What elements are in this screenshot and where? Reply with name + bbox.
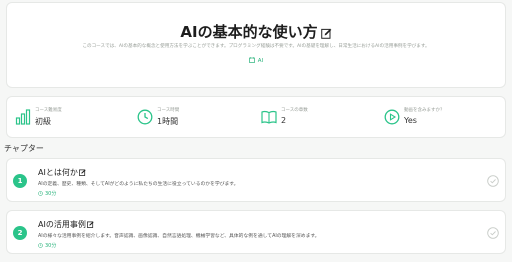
chapter-title: AIの活用事例 xyxy=(38,220,86,229)
course-tag[interactable]: AI xyxy=(7,57,505,64)
tag-icon xyxy=(248,57,255,63)
edit-icon[interactable] xyxy=(78,169,86,176)
chapter-card[interactable]: 2 AIの活用事例 AIの様々な活用事例を紹介します。音声認識、画像認識、自然言… xyxy=(6,210,506,254)
chapter-duration-value: 30分 xyxy=(45,243,57,249)
stat-value: Yes xyxy=(404,116,417,125)
clock-icon xyxy=(137,109,153,125)
chapter-duration-value: 30分 xyxy=(45,191,57,197)
edit-icon[interactable] xyxy=(320,25,332,43)
book-icon xyxy=(261,110,277,124)
clock-icon xyxy=(38,191,43,196)
clock-icon xyxy=(38,243,43,248)
course-title-row: AIの基本的な使い方 xyxy=(7,21,505,43)
complete-check-icon[interactable] xyxy=(487,175,499,187)
stat-value: 初級 xyxy=(35,117,51,126)
chapter-card[interactable]: 1 AIとは何か AIの定義、歴史、種類、そしてAIがどのように私たちの生活に役… xyxy=(6,158,506,202)
chapter-duration: 30分 xyxy=(38,242,56,249)
course-tag-label: AI xyxy=(257,58,264,64)
chapter-duration: 30分 xyxy=(38,190,56,197)
chapter-title: AIとは何か xyxy=(38,168,78,177)
stat-label: コースの章数 xyxy=(281,108,308,113)
course-title: AIの基本的な使い方 xyxy=(180,23,318,41)
bar-chart-icon xyxy=(15,109,31,125)
edit-icon[interactable] xyxy=(86,221,94,228)
play-circle-icon xyxy=(384,109,400,125)
chapters-heading: チャプター xyxy=(4,144,44,153)
chapter-number-badge: 1 xyxy=(13,174,27,188)
chapter-title-row: AIとは何か xyxy=(38,167,86,178)
course-stats-card: コース難易度 初級 コース時間 1時間 コースの章数 2 動画を含みますか？ Y… xyxy=(6,96,506,138)
stat-label: 動画を含みますか？ xyxy=(404,108,445,113)
stat-label: コース時間 xyxy=(157,108,180,113)
chapter-number-badge: 2 xyxy=(13,226,27,240)
chapter-description: AIの様々な活用事例を紹介します。音声認識、画像認識、自然言語処理、機械学習など… xyxy=(38,234,320,239)
chapter-title-row: AIの活用事例 xyxy=(38,219,94,230)
course-description: このコースでは、AIの基本的な概念と使用方法を学ぶことができます。プログラミング… xyxy=(82,44,430,49)
stat-value: 1時間 xyxy=(157,117,179,126)
course-header-card: AIの基本的な使い方 このコースでは、AIの基本的な概念と使用方法を学ぶことがで… xyxy=(6,2,506,88)
complete-check-icon[interactable] xyxy=(487,227,499,239)
chapter-description: AIの定義、歴史、種類、そしてAIがどのように私たちの生活に役立っているのかを学… xyxy=(38,182,239,187)
stat-label: コース難易度 xyxy=(35,108,62,113)
stat-value: 2 xyxy=(281,116,287,125)
